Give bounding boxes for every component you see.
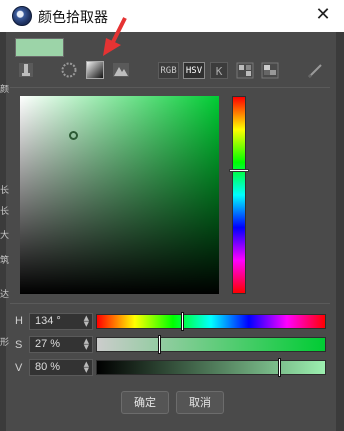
mix-icon[interactable] xyxy=(236,62,254,80)
spinner-arrows-icon[interactable]: ▲ ▼ xyxy=(84,338,89,351)
gradient-icon[interactable] xyxy=(86,61,104,79)
swatches-icon[interactable] xyxy=(261,62,279,80)
image-icon[interactable] xyxy=(112,61,130,79)
cancel-button[interactable]: 取消 xyxy=(176,391,224,414)
color-wheel-icon[interactable] xyxy=(60,61,78,79)
hue-bar-handle[interactable] xyxy=(181,312,184,331)
value-label: V xyxy=(15,362,23,374)
mode-rgb-button[interactable]: RGB xyxy=(158,62,179,79)
background-text: 长 xyxy=(0,207,10,217)
spinner-arrows-icon[interactable]: ▲ ▼ xyxy=(84,361,89,374)
ok-button[interactable]: 确定 xyxy=(121,391,169,414)
hue-slider[interactable] xyxy=(232,96,246,294)
app-logo-icon xyxy=(12,6,32,26)
close-button[interactable]: ✕ xyxy=(310,2,336,28)
saturation-value-field[interactable] xyxy=(20,96,219,294)
title-bar: 颜色拾取器 ✕ xyxy=(0,0,344,33)
hue-slider-handle[interactable] xyxy=(229,169,249,172)
saturation-value: 27 % xyxy=(35,338,61,350)
value-bar-handle[interactable] xyxy=(278,358,281,377)
saturation-input[interactable]: 27 % ▲ ▼ xyxy=(29,336,93,353)
background-edge-right xyxy=(336,32,344,431)
background-text: 筑 xyxy=(0,256,10,266)
background-text: 长 xyxy=(0,186,10,196)
mode-hsv-button[interactable]: HSV xyxy=(183,62,205,79)
background-text: 形 xyxy=(0,338,10,348)
value-input[interactable]: 80 % ▲ ▼ xyxy=(29,359,93,376)
background-text: 颜 xyxy=(0,85,10,95)
color-cursor[interactable] xyxy=(69,131,78,140)
current-color-swatch[interactable] xyxy=(15,38,64,57)
window-title: 颜色拾取器 xyxy=(38,10,108,26)
divider xyxy=(10,87,330,88)
saturation-bar-handle[interactable] xyxy=(158,335,161,354)
pen-icon[interactable] xyxy=(306,62,324,80)
saturation-label: S xyxy=(15,339,23,351)
value-bar[interactable] xyxy=(96,358,326,377)
mode-kelvin-button[interactable]: K xyxy=(210,62,228,79)
spinner-arrows-icon[interactable]: ▲ ▼ xyxy=(84,315,89,328)
eyedropper-icon[interactable] xyxy=(17,61,35,79)
hue-value: 134 ° xyxy=(35,315,61,327)
saturation-bar[interactable] xyxy=(96,335,326,354)
value-value: 80 % xyxy=(35,361,61,373)
background-text: 大 xyxy=(0,231,10,241)
divider xyxy=(10,303,330,304)
hue-bar[interactable] xyxy=(96,312,326,331)
hue-input[interactable]: 134 ° ▲ ▼ xyxy=(29,313,93,330)
hue-label: H xyxy=(15,315,23,327)
background-text: 达 xyxy=(0,290,10,300)
